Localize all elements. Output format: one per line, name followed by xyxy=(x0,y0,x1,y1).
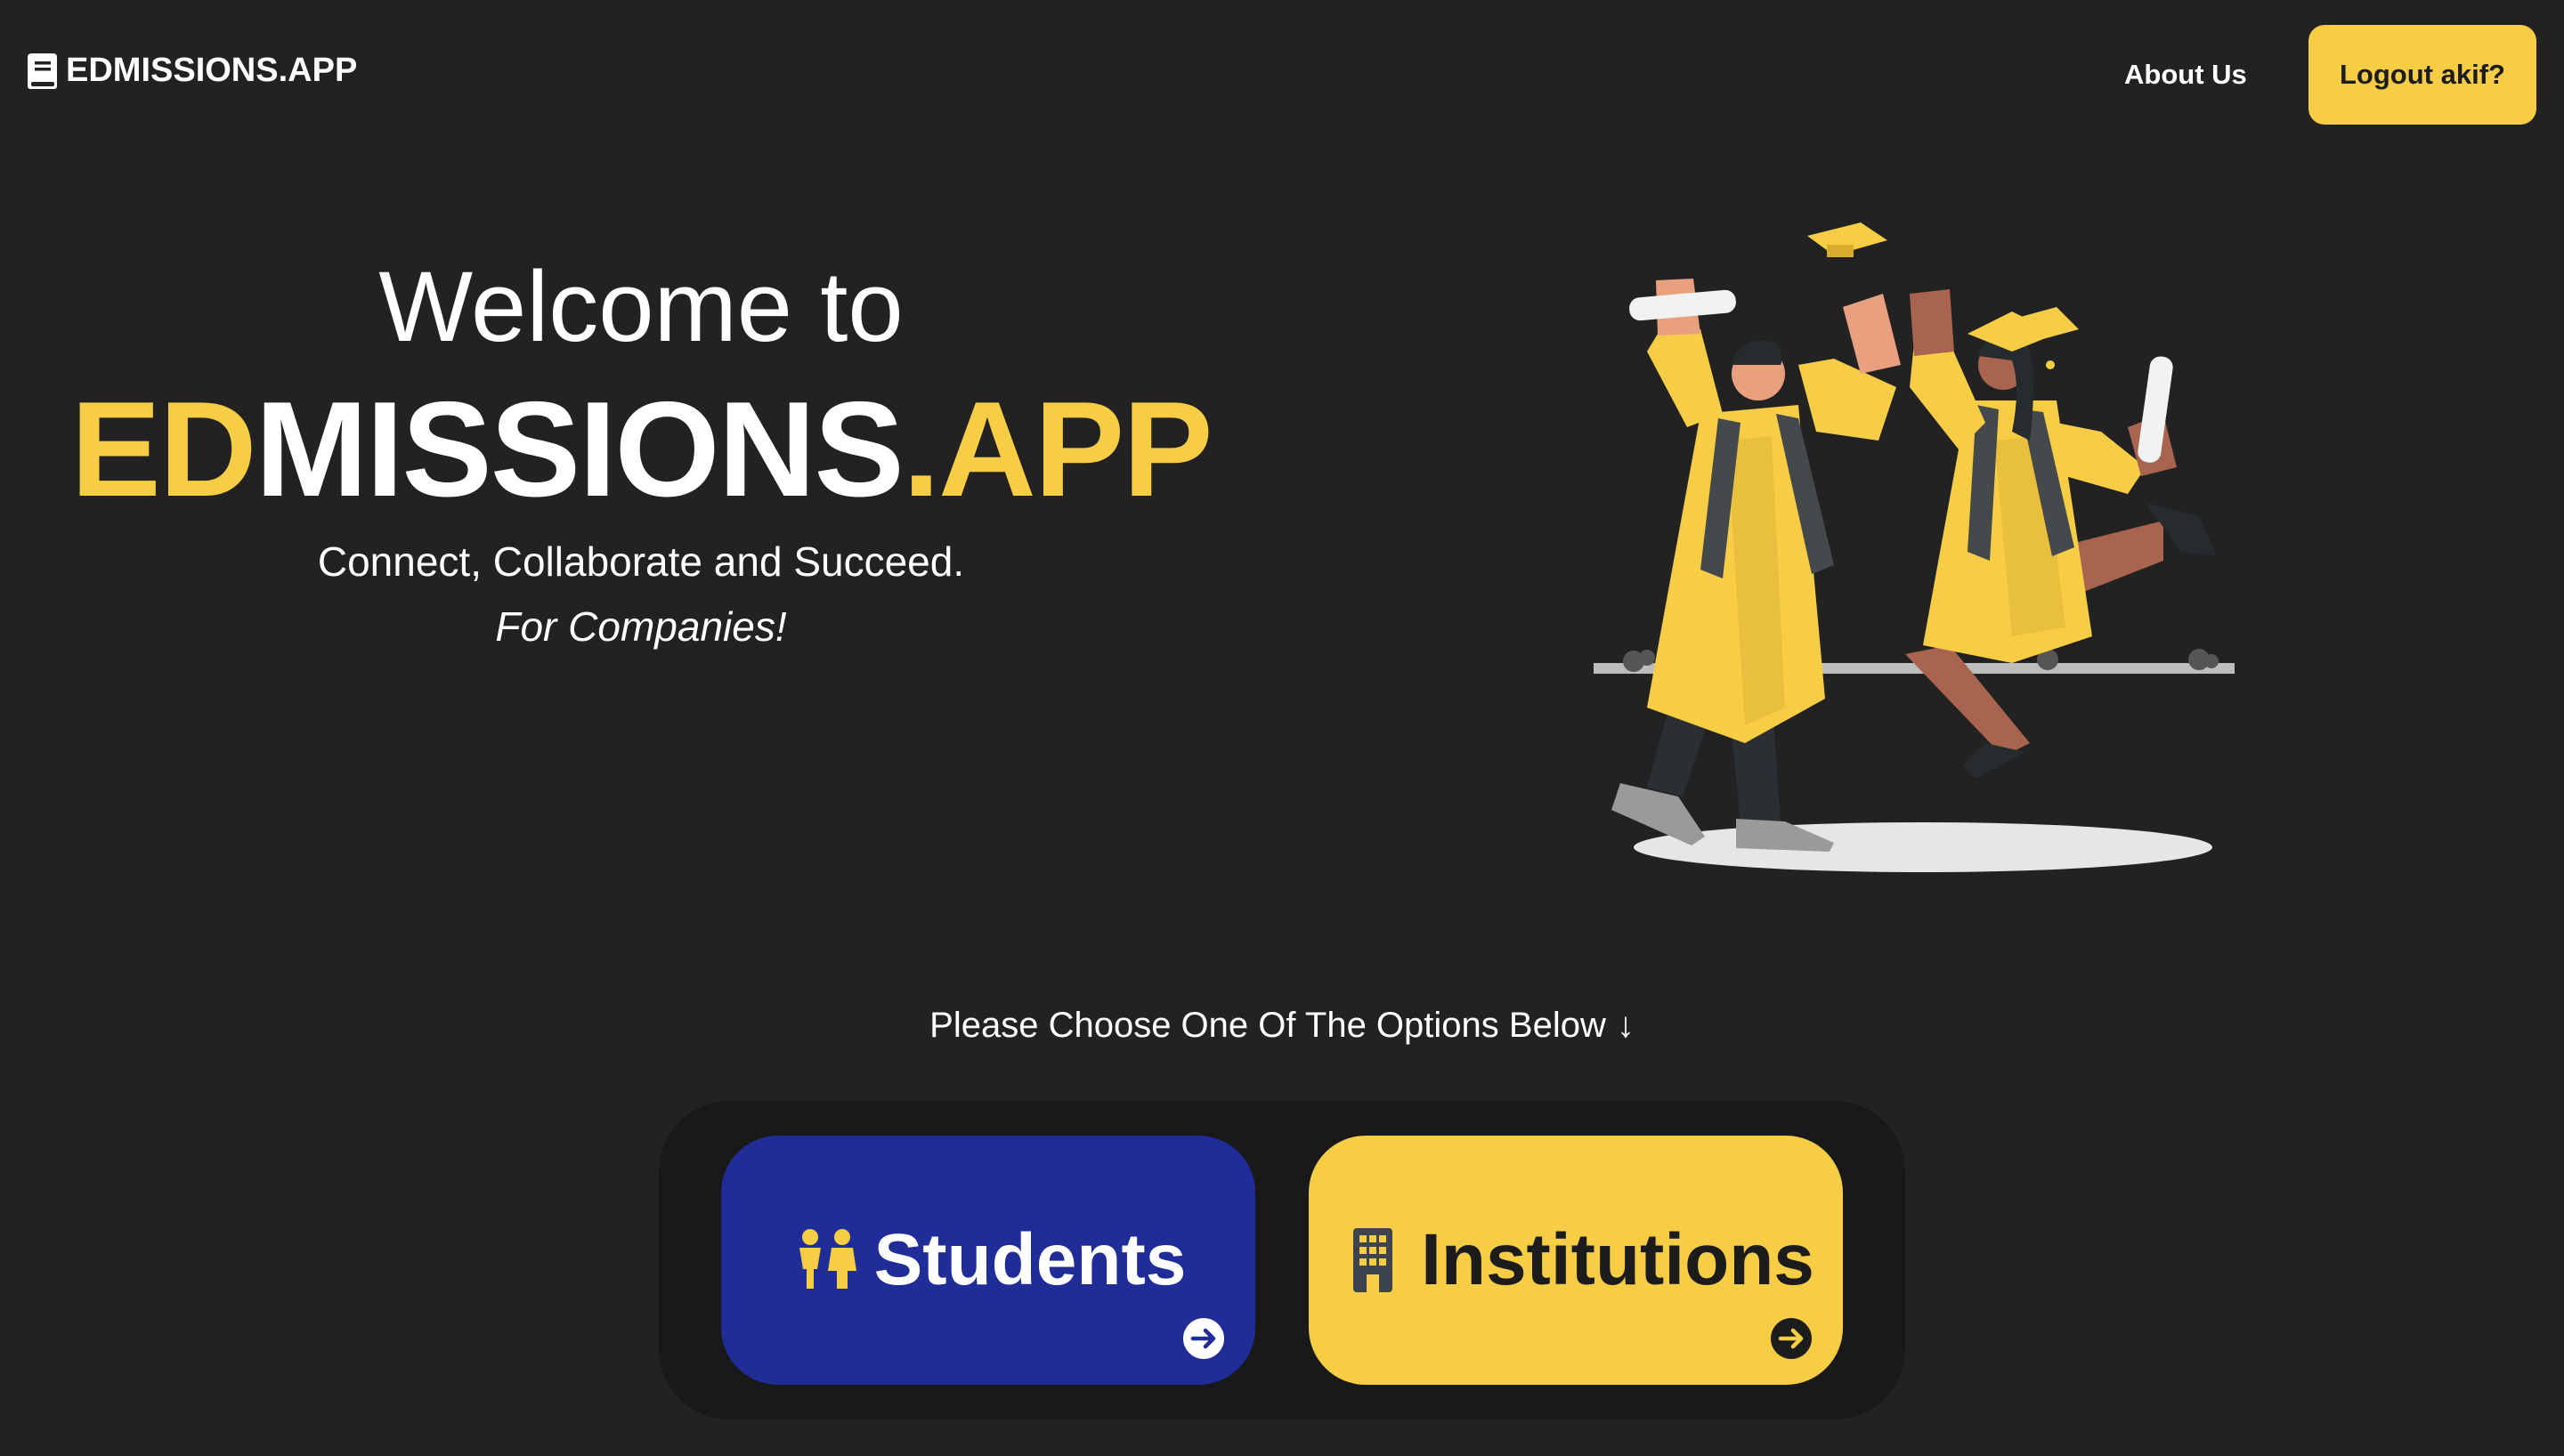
building-icon xyxy=(1353,1228,1393,1292)
brand-app: .APP xyxy=(902,374,1213,525)
arrow-right-circle-icon xyxy=(1771,1318,1812,1359)
institutions-label: Institutions xyxy=(1421,1219,1814,1300)
arrow-down-icon: ↓ xyxy=(1616,1006,1635,1045)
choose-prompt-text: Please Choose One Of The Options Below xyxy=(929,1006,1606,1045)
landing-page: EDMISSIONS.APP About Us Logout akif? Wel… xyxy=(0,0,2564,1456)
arrow-right-circle-icon xyxy=(1183,1318,1224,1359)
choose-prompt: Please Choose One Of The Options Below ↓ xyxy=(0,1000,2564,1050)
students-button[interactable]: Students xyxy=(721,1136,1255,1385)
hero-audience: For Companies! xyxy=(495,603,787,650)
brand-name: EDMISSIONS.APP xyxy=(66,52,358,89)
logout-button[interactable]: Logout akif? xyxy=(2308,25,2536,125)
hero-tagline: Connect, Collaborate and Succeed. xyxy=(317,538,965,585)
brand-logo[interactable]: EDMISSIONS.APP xyxy=(27,52,357,90)
about-us-link[interactable]: About Us xyxy=(2124,59,2247,91)
graduates-illustration xyxy=(1594,222,2235,872)
students-label: Students xyxy=(873,1219,1187,1300)
institutions-button[interactable]: Institutions xyxy=(1309,1136,1843,1385)
brand-ed: ED xyxy=(70,374,256,525)
children-icon xyxy=(799,1229,856,1289)
book-icon xyxy=(28,53,57,89)
hero-brand-title: EDMISSIONS.APP xyxy=(0,378,1282,521)
brand-missions: MISSIONS xyxy=(255,374,905,525)
welcome-heading: Welcome to xyxy=(378,251,904,362)
